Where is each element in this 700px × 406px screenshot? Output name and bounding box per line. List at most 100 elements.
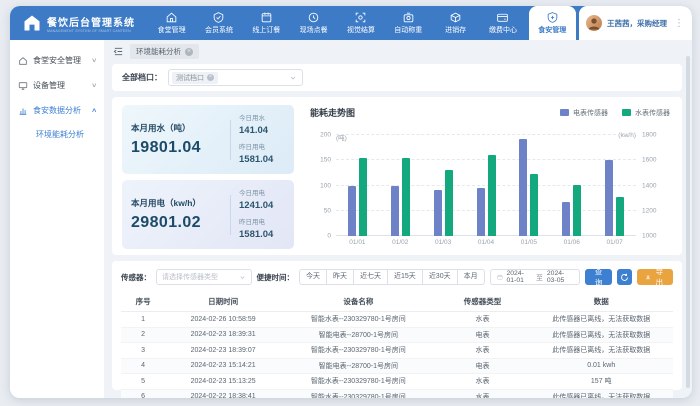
nav-item-payment-center[interactable]: 缴费中心 (479, 6, 526, 40)
download-icon (645, 273, 651, 281)
bar-水表传感器-01/06[interactable] (573, 185, 581, 237)
bar-电表传感器-01/05[interactable] (519, 139, 527, 236)
bar-水表传感器-01/01[interactable] (359, 158, 367, 236)
payment-center-icon (496, 11, 509, 24)
nav-item-label: 食安管理 (538, 25, 566, 35)
table-row[interactable]: 62024-02-22 18:38:41智能水表--230329780-1号房间… (121, 389, 673, 398)
bar-电表传感器-01/07[interactable] (605, 160, 613, 236)
bar-电表传感器-01/06[interactable] (562, 202, 570, 236)
tab-env-energy[interactable]: 环境能耗分析 × (130, 44, 199, 59)
nav-item-inventory[interactable]: 进销存 (432, 6, 479, 40)
table-row[interactable]: 32024-02-23 18:39:07智能水表--230329780-1号房间… (121, 343, 673, 359)
date-range-picker[interactable]: 2024-01-01 至 2024-03-05 (490, 269, 580, 285)
legend-item[interactable]: 电表传感器 (560, 108, 608, 118)
legend-label: 电表传感器 (573, 108, 608, 118)
sidebar-item-food-safety-analysis[interactable]: 食安数据分析 ∧ (10, 98, 104, 123)
person-icon (586, 15, 602, 31)
stall-tag-label: 测试档口 (176, 73, 204, 83)
sensor-type-select[interactable]: 请选择传感器类型 (156, 269, 252, 285)
nav-item-auto-weigh[interactable]: 自动称重 (385, 6, 432, 40)
stall-select[interactable]: 测试档口 × (168, 69, 303, 86)
date-start: 2024-01-01 (507, 270, 533, 284)
nav-item-vision-checkout[interactable]: 视觉结算 (337, 6, 384, 40)
legend-swatch (622, 109, 631, 116)
bar-水表传感器-01/07[interactable] (616, 197, 624, 236)
sub-label: 今日用水 (239, 112, 285, 122)
nav-item-label: 食堂管理 (158, 25, 186, 35)
bar-电表传感器-01/02[interactable] (391, 186, 399, 237)
right-axis-tick: 1400 (636, 182, 656, 189)
nav-item-canteen[interactable]: 食堂管理 (148, 6, 195, 40)
quick-time-5[interactable]: 近30天 (423, 269, 458, 285)
user-name: 王茜茜，采购经理 (607, 18, 667, 29)
column-header: 设备名称 (281, 292, 436, 312)
bar-电表传感器-01/01[interactable] (348, 186, 356, 237)
table-row[interactable]: 52024-02-23 15:13:25智能水表--230329780-1号房间… (121, 374, 673, 390)
bar-group-01/07: 01/07 (593, 135, 636, 236)
chart-bars: 01/0101/0201/0301/0401/0501/0601/07 (336, 135, 636, 236)
bar-水表传感器-01/02[interactable] (402, 158, 410, 236)
sidebar-item-device-management[interactable]: 设备管理 ∨ (10, 73, 104, 98)
table-cell: 此传感器已离线，无法获取数据 (529, 327, 673, 343)
more-menu-icon[interactable]: ⋮ (672, 18, 684, 29)
table-cell: 智能水表--230329780-1号房间 (281, 343, 436, 359)
electricity-usage-card: 本月用电（kw/h） 29801.02 今日用电 1241.04 昨日用电 15… (122, 180, 294, 249)
search-button[interactable]: 查询 (585, 269, 613, 285)
user-menu[interactable]: 王茜茜，采购经理 ⋮ (579, 6, 692, 40)
table-row[interactable]: 12024-02-26 10:58:59智能水表--230329780-1号房间… (121, 312, 673, 328)
home-icon (18, 56, 28, 66)
vision-checkout-icon (354, 11, 367, 24)
app-title: 餐饮后台管理系统 (47, 14, 135, 29)
quick-time-6[interactable]: 本月 (458, 269, 485, 285)
table-cell: 智能电表--28700-1号房间 (281, 327, 436, 343)
tag-remove-icon[interactable]: × (207, 74, 214, 81)
right-axis-tick: 1800 (636, 132, 656, 139)
table-cell: 2024-02-22 18:38:41 (165, 389, 281, 398)
table-row[interactable]: 22024-02-23 18:39:31智能电表--28700-1号房间电表此传… (121, 327, 673, 343)
legend-item[interactable]: 水表传感器 (622, 108, 670, 118)
refresh-button[interactable] (617, 269, 631, 285)
legend-label: 水表传感器 (635, 108, 670, 118)
bar-电表传感器-01/04[interactable] (477, 188, 485, 236)
quick-time-3[interactable]: 近七天 (354, 269, 388, 285)
table-row[interactable]: 42024-02-23 15:14:21智能电表--28700-1号房间电表0.… (121, 358, 673, 374)
column-header: 传感器类型 (436, 292, 530, 312)
bar-电表传感器-01/03[interactable] (434, 190, 442, 236)
sidebar-item-canteen-safety[interactable]: 食堂安全管理 ∨ (10, 48, 104, 73)
table-cell: 157 吨 (529, 374, 673, 390)
scrollbar-thumb[interactable] (686, 56, 690, 388)
sub-label: 今日用电 (239, 187, 285, 197)
sidebar-subitem-env-energy-analysis[interactable]: 环境能耗分析 (10, 123, 104, 146)
table-cell: 4 (121, 358, 165, 374)
quick-time-1[interactable]: 今天 (299, 269, 327, 285)
bar-水表传感器-01/04[interactable] (488, 155, 496, 236)
export-button[interactable]: 导出 (637, 269, 673, 285)
nav-item-label: 缴费中心 (489, 25, 517, 35)
x-axis-label: 01/05 (507, 239, 550, 246)
nav-item-food-safety[interactable]: 食安管理 (529, 6, 576, 40)
nav-item-member[interactable]: 会员系统 (195, 6, 242, 40)
quick-time-4[interactable]: 近15天 (388, 269, 423, 285)
scrollbar[interactable] (686, 44, 690, 392)
quick-time-2[interactable]: 昨天 (327, 269, 354, 285)
right-axis-tick: 1000 (636, 233, 656, 240)
legend-swatch (560, 109, 569, 116)
table-cell: 水表 (436, 343, 530, 359)
table-cell: 智能电表--28700-1号房间 (281, 358, 436, 374)
chart-plot: (吨)(kw/h)0100050120010014001501600200180… (308, 125, 670, 249)
nav-item-online-order[interactable]: 线上订餐 (243, 6, 290, 40)
right-axis-tick: 1200 (636, 207, 656, 214)
collapse-sidebar-icon[interactable] (113, 46, 124, 57)
top-header: 餐饮后台管理系统 MANAGEMENT SYSTEM OF SMART CANT… (10, 6, 692, 40)
bar-水表传感器-01/05[interactable] (530, 174, 538, 236)
bar-水表传感器-01/03[interactable] (445, 170, 453, 236)
food-safety-icon (546, 11, 559, 24)
tab-close-icon[interactable]: × (185, 48, 193, 56)
table-cell: 1 (121, 312, 165, 328)
bar-group-01/01: 01/01 (336, 135, 379, 236)
nav-item-dine-in[interactable]: 现场点餐 (290, 6, 337, 40)
avatar (586, 15, 602, 31)
x-axis-label: 01/01 (336, 239, 379, 246)
bar-group-01/04: 01/04 (465, 135, 508, 236)
app-subtitle: MANAGEMENT SYSTEM OF SMART CANTEEN (47, 29, 135, 33)
